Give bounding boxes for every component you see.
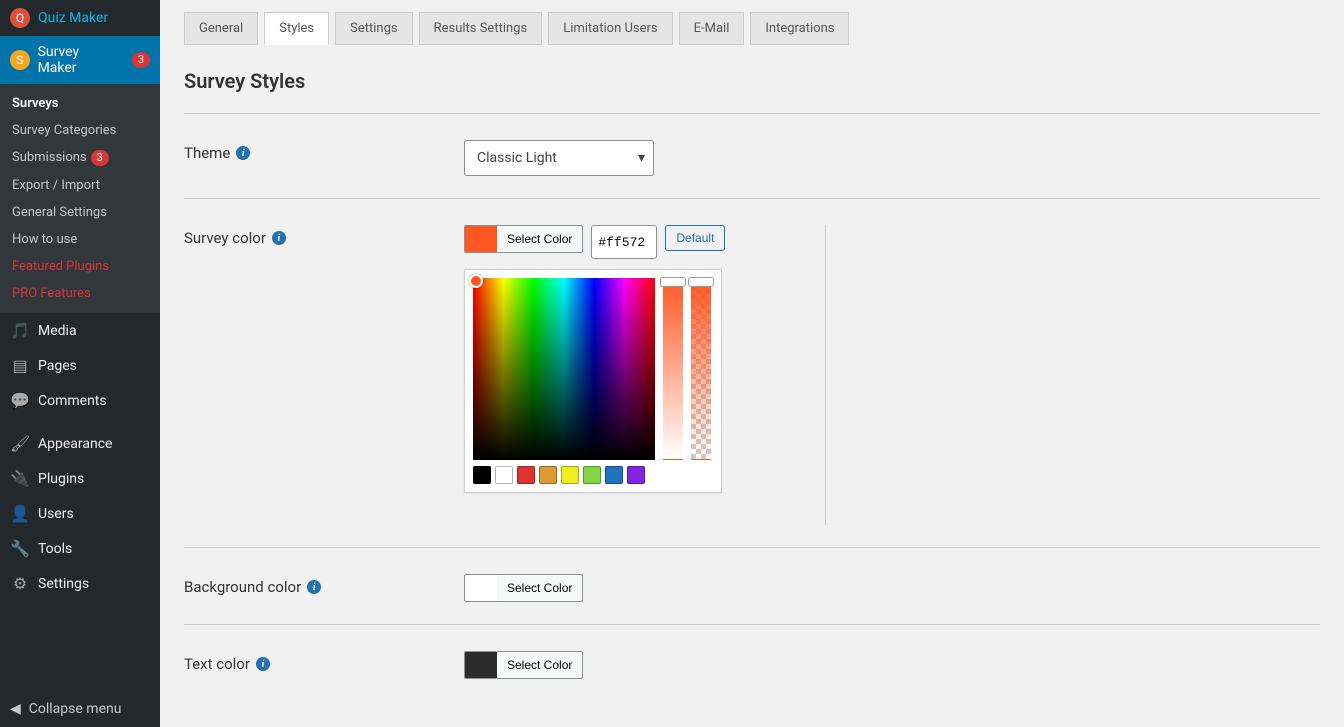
survey-color-button[interactable]: Select Color — [464, 225, 583, 253]
preset-red[interactable] — [517, 466, 535, 484]
sidebar-comments[interactable]: 💬Comments — [0, 383, 160, 418]
row-survey-color: Survey color i Select Color Default — [184, 217, 1320, 533]
survey-maker-icon: S — [10, 50, 30, 70]
info-icon[interactable]: i — [236, 146, 250, 160]
collapse-menu[interactable]: ◀Collapse menu — [0, 691, 160, 727]
chevron-down-icon: ▾ — [638, 150, 645, 166]
appearance-icon: 🖌 — [10, 434, 30, 453]
tab-limitation-users[interactable]: Limitation Users — [548, 12, 672, 45]
label-background-color: Background color i — [184, 574, 464, 596]
select-color-button[interactable]: Select Color — [497, 226, 582, 252]
plugins-icon: 🔌 — [10, 469, 30, 488]
submenu-general-settings[interactable]: General Settings — [0, 199, 160, 226]
label-theme: Theme i — [184, 140, 464, 162]
sidebar-tools[interactable]: 🔧Tools — [0, 531, 160, 566]
tab-styles[interactable]: Styles — [264, 12, 329, 45]
tabs: General Styles Settings Results Settings… — [184, 12, 1320, 45]
divider — [184, 113, 1320, 114]
background-color-button[interactable]: Select Color — [464, 574, 583, 602]
color-spectrum[interactable] — [473, 278, 655, 460]
preset-blue[interactable] — [605, 466, 623, 484]
info-icon[interactable]: i — [272, 231, 286, 245]
sidebar-survey-maker[interactable]: S Survey Maker 3 — [0, 36, 160, 84]
tools-icon: 🔧 — [10, 539, 30, 558]
sidebar-plugins[interactable]: 🔌Plugins — [0, 461, 160, 496]
row-text-color: Text color i Select Color — [184, 643, 1320, 687]
media-icon: 🎵 — [10, 321, 30, 340]
preset-orange[interactable] — [539, 466, 557, 484]
badge: 3 — [132, 52, 150, 68]
sidebar-quiz-maker[interactable]: Q Quiz Maker — [0, 0, 160, 36]
tab-email[interactable]: E-Mail — [679, 12, 745, 45]
slider-handle[interactable] — [688, 277, 714, 287]
sidebar-item-label: Quiz Maker — [38, 10, 108, 26]
divider — [184, 547, 1320, 548]
page-title: Survey Styles — [184, 69, 1320, 93]
submenu-survey-categories[interactable]: Survey Categories — [0, 117, 160, 144]
row-theme: Theme i Classic Light ▾ — [184, 132, 1320, 184]
tab-settings[interactable]: Settings — [335, 12, 412, 45]
alpha-slider[interactable] — [691, 278, 711, 460]
sidebar-settings[interactable]: ⚙Settings — [0, 566, 160, 601]
tab-integrations[interactable]: Integrations — [750, 12, 849, 45]
submenu-pro-features[interactable]: PRO Features — [0, 280, 160, 307]
pages-icon: ▤ — [10, 356, 30, 375]
vertical-separator — [825, 225, 826, 525]
label-survey-color: Survey color i — [184, 225, 464, 247]
sidebar-item-label: Survey Maker — [38, 44, 120, 76]
color-swatch — [465, 652, 497, 678]
preset-black[interactable] — [473, 466, 491, 484]
submenu-surveys[interactable]: Surveys — [0, 90, 160, 117]
color-swatch — [465, 575, 497, 601]
survey-color-hex-input[interactable] — [591, 225, 657, 259]
tab-general[interactable]: General — [184, 12, 258, 45]
tab-results-settings[interactable]: Results Settings — [419, 12, 543, 45]
submenu-export-import[interactable]: Export / Import — [0, 172, 160, 199]
preset-yellow[interactable] — [561, 466, 579, 484]
info-icon[interactable]: i — [256, 657, 270, 671]
default-button[interactable]: Default — [665, 225, 725, 251]
label-text-color: Text color i — [184, 651, 464, 673]
sidebar-submenu: Surveys Survey Categories Submissions3 E… — [0, 84, 160, 313]
preset-green[interactable] — [583, 466, 601, 484]
hue-slider[interactable] — [663, 278, 683, 460]
sidebar-users[interactable]: 👤Users — [0, 496, 160, 531]
color-picker-panel — [464, 269, 722, 493]
row-background-color: Background color i Select Color — [184, 566, 1320, 610]
select-color-button[interactable]: Select Color — [497, 575, 582, 601]
quiz-maker-icon: Q — [10, 8, 30, 28]
settings-icon: ⚙ — [10, 574, 30, 593]
submenu-featured-plugins[interactable]: Featured Plugins — [0, 253, 160, 280]
sidebar-media[interactable]: 🎵Media — [0, 313, 160, 348]
divider — [184, 198, 1320, 199]
select-color-button[interactable]: Select Color — [497, 652, 582, 678]
text-color-button[interactable]: Select Color — [464, 651, 583, 679]
sidebar-appearance[interactable]: 🖌Appearance — [0, 426, 160, 461]
spectrum-handle[interactable] — [469, 274, 483, 288]
theme-select[interactable]: Classic Light ▾ — [464, 140, 654, 176]
info-icon[interactable]: i — [307, 580, 321, 594]
preset-purple[interactable] — [627, 466, 645, 484]
preset-white[interactable] — [495, 466, 513, 484]
sidebar-pages[interactable]: ▤Pages — [0, 348, 160, 383]
divider — [184, 624, 1320, 625]
collapse-icon: ◀ — [10, 701, 21, 717]
submenu-submissions[interactable]: Submissions3 — [0, 144, 160, 172]
submenu-how-to-use[interactable]: How to use — [0, 226, 160, 253]
comments-icon: 💬 — [10, 391, 30, 410]
users-icon: 👤 — [10, 504, 30, 523]
slider-handle[interactable] — [660, 277, 686, 287]
color-presets — [473, 466, 713, 484]
color-swatch — [465, 226, 497, 252]
